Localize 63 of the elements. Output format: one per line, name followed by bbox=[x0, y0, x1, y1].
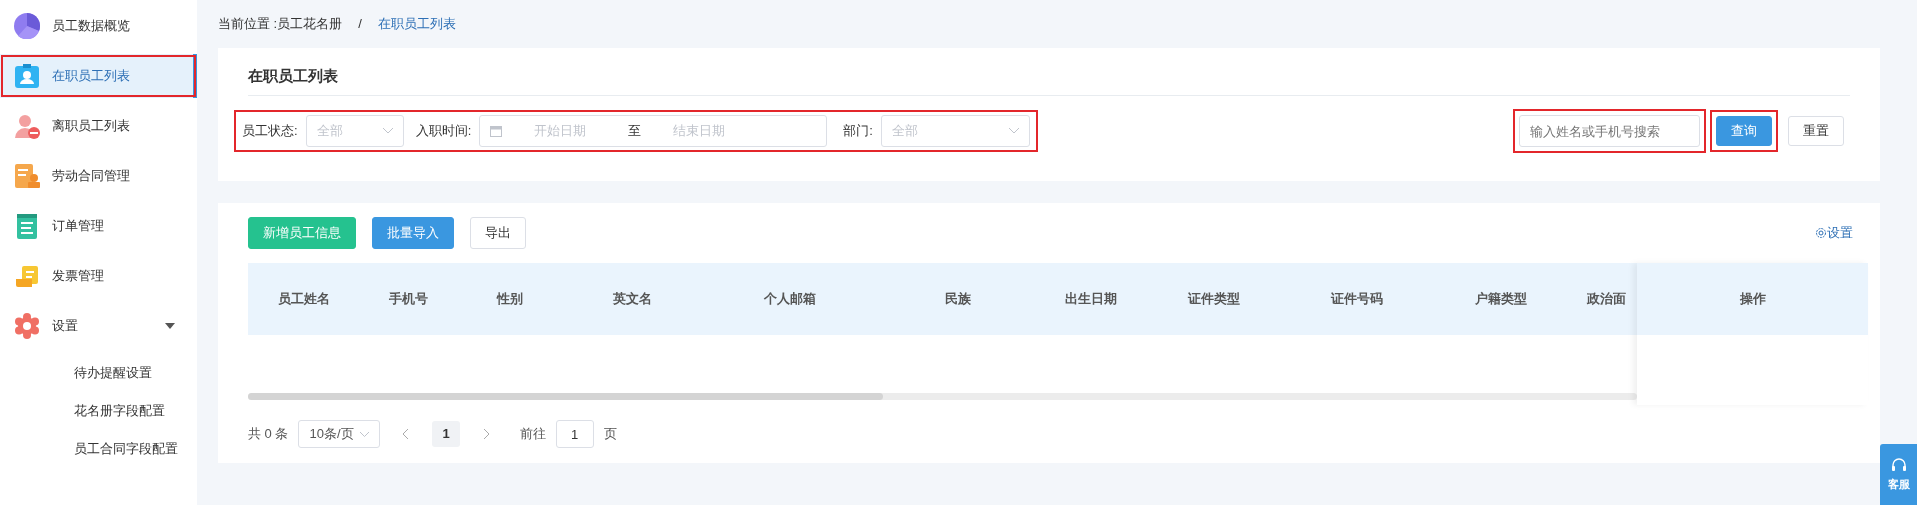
id-badge-icon bbox=[14, 63, 40, 89]
sidebar-item[interactable]: 在职员工列表 bbox=[0, 54, 197, 98]
gear-icon bbox=[14, 313, 40, 339]
select-placeholder: 全部 bbox=[891, 122, 918, 141]
date-range-field[interactable]: 开始日期 至 结束日期 bbox=[479, 115, 828, 147]
breadcrumb-item[interactable]: 员工花名册 bbox=[277, 14, 343, 34]
column-header: 手机号 bbox=[387, 290, 429, 309]
invoice-icon bbox=[14, 263, 40, 289]
select-placeholder: 全部 bbox=[316, 122, 343, 141]
person-remove-icon bbox=[14, 113, 40, 139]
goto-label: 前往 bbox=[519, 425, 546, 444]
headset-icon bbox=[1890, 456, 1907, 473]
settings-icon bbox=[1815, 227, 1827, 239]
pie-chart-icon bbox=[14, 13, 40, 39]
scrollbar-thumb[interactable] bbox=[248, 393, 883, 400]
chevron-down-icon bbox=[360, 431, 370, 437]
column-header: 英文名 bbox=[611, 290, 653, 309]
page-input[interactable]: 1 bbox=[555, 420, 594, 448]
field-label: 部门: bbox=[843, 122, 873, 141]
sidebar-subitem[interactable]: 花名册字段配置 bbox=[0, 392, 197, 430]
column-header: 个人邮箱 bbox=[763, 290, 817, 309]
column-header: 证件号码 bbox=[1329, 290, 1384, 309]
total-count: 共 0 条 bbox=[248, 425, 289, 444]
breadcrumb-item: 在职员工列表 bbox=[377, 15, 456, 34]
end-date-placeholder: 结束日期 bbox=[673, 122, 726, 141]
chevron-down-icon bbox=[1008, 128, 1019, 134]
page-size-select[interactable]: 10条/页 bbox=[298, 420, 381, 448]
range-separator: 至 bbox=[628, 122, 642, 141]
toolbar-button[interactable]: 导出 bbox=[470, 217, 526, 249]
page-button[interactable]: 1 bbox=[432, 421, 460, 447]
order-list-icon bbox=[14, 213, 40, 239]
sidebar-item[interactable]: 离职员工列表 bbox=[0, 104, 197, 148]
start-date-placeholder: 开始日期 bbox=[534, 122, 587, 141]
column-header: 民族 bbox=[943, 290, 972, 309]
field-label: 入职时间: bbox=[415, 122, 472, 141]
chevron-down-icon bbox=[382, 128, 393, 134]
field-label: 员工状态: bbox=[242, 122, 298, 141]
contract-icon bbox=[14, 163, 40, 189]
chevron-left-icon bbox=[402, 429, 411, 439]
sidebar-item[interactable]: 劳动合同管理 bbox=[0, 154, 197, 198]
column-header: 操作 bbox=[1637, 263, 1868, 335]
sidebar-item[interactable]: 订单管理 bbox=[0, 204, 197, 248]
column-header: 出生日期 bbox=[1063, 290, 1118, 309]
column-header: 政治面 bbox=[1586, 290, 1627, 309]
sidebar-item[interactable]: 发票管理 bbox=[0, 254, 197, 298]
column-header: 性别 bbox=[495, 290, 524, 309]
sidebar-subitem[interactable]: 员工合同字段配置 bbox=[0, 430, 197, 468]
column-header: 员工姓名 bbox=[277, 290, 331, 309]
calendar-icon bbox=[490, 125, 503, 137]
page-suffix: 页 bbox=[603, 425, 617, 444]
sidebar-subitem[interactable]: 待办提醒设置 bbox=[0, 354, 197, 392]
action-button[interactable]: 重置 bbox=[1788, 116, 1844, 146]
column-header: 户籍类型 bbox=[1474, 290, 1528, 309]
settings-link[interactable]: 设置 bbox=[1815, 223, 1853, 243]
breadcrumb-label: 当前位置 : bbox=[218, 15, 278, 34]
search-field[interactable]: 输入姓名或手机号搜索 bbox=[1519, 115, 1700, 147]
chevron-right-icon bbox=[481, 429, 490, 439]
breadcrumb-separator: / bbox=[358, 15, 362, 34]
sidebar-item[interactable]: 设置 bbox=[0, 304, 197, 348]
panel-title: 在职员工列表 bbox=[248, 48, 1850, 96]
support-label: 客服 bbox=[1887, 476, 1910, 492]
sidebar-item[interactable]: 员工数据概览 bbox=[0, 4, 197, 48]
column-header: 证件类型 bbox=[1186, 290, 1241, 309]
